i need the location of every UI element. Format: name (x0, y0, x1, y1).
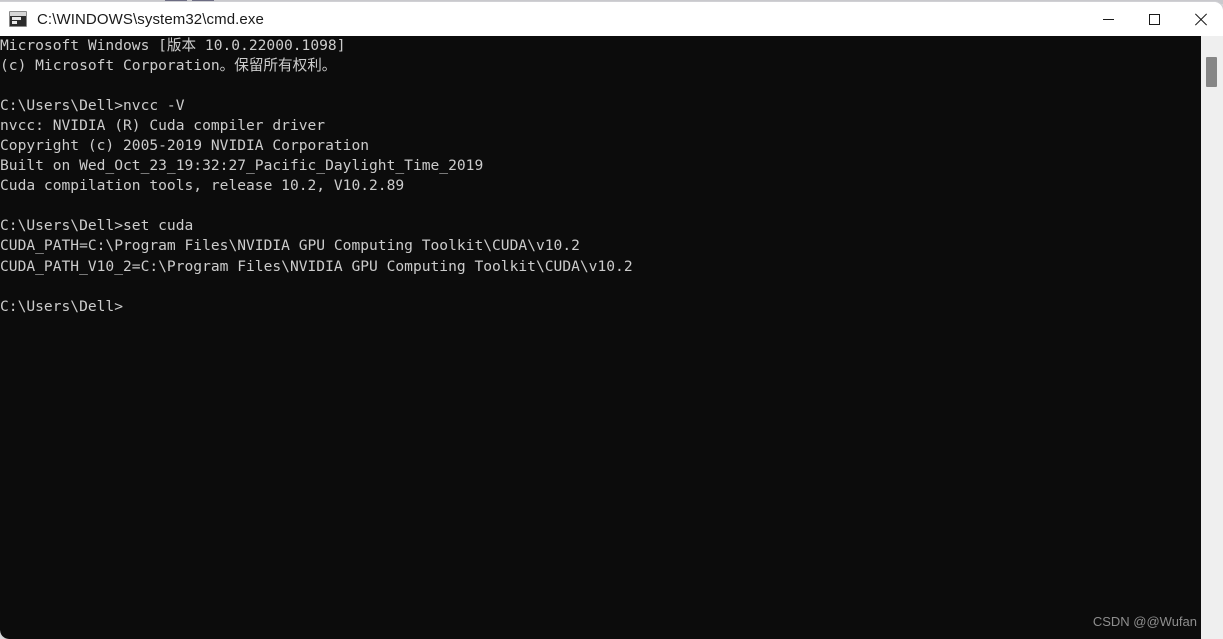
cmd-console-icon (9, 11, 27, 27)
title-bar[interactable]: C:\WINDOWS\system32\cmd.exe (0, 2, 1223, 36)
minimize-icon (1102, 18, 1114, 20)
vertical-scrollbar[interactable] (1201, 36, 1223, 639)
maximize-icon (1148, 13, 1160, 25)
window-controls (1085, 2, 1223, 36)
screen: C:\WINDOWS\system32\cmd.exe Microsoft Wi… (0, 0, 1223, 639)
close-button[interactable] (1177, 2, 1223, 36)
title-bar-left: C:\WINDOWS\system32\cmd.exe (9, 2, 264, 36)
minimize-button[interactable] (1085, 2, 1131, 36)
window-title: C:\WINDOWS\system32\cmd.exe (37, 10, 264, 28)
scrollbar-thumb[interactable] (1206, 57, 1217, 87)
console-text: Microsoft Windows [版本 10.0.22000.1098] (… (0, 37, 633, 315)
cmd-window: C:\WINDOWS\system32\cmd.exe Microsoft Wi… (0, 2, 1223, 639)
console-output-area[interactable]: Microsoft Windows [版本 10.0.22000.1098] (… (0, 36, 1201, 639)
close-icon (1194, 13, 1207, 26)
maximize-button[interactable] (1131, 2, 1177, 36)
